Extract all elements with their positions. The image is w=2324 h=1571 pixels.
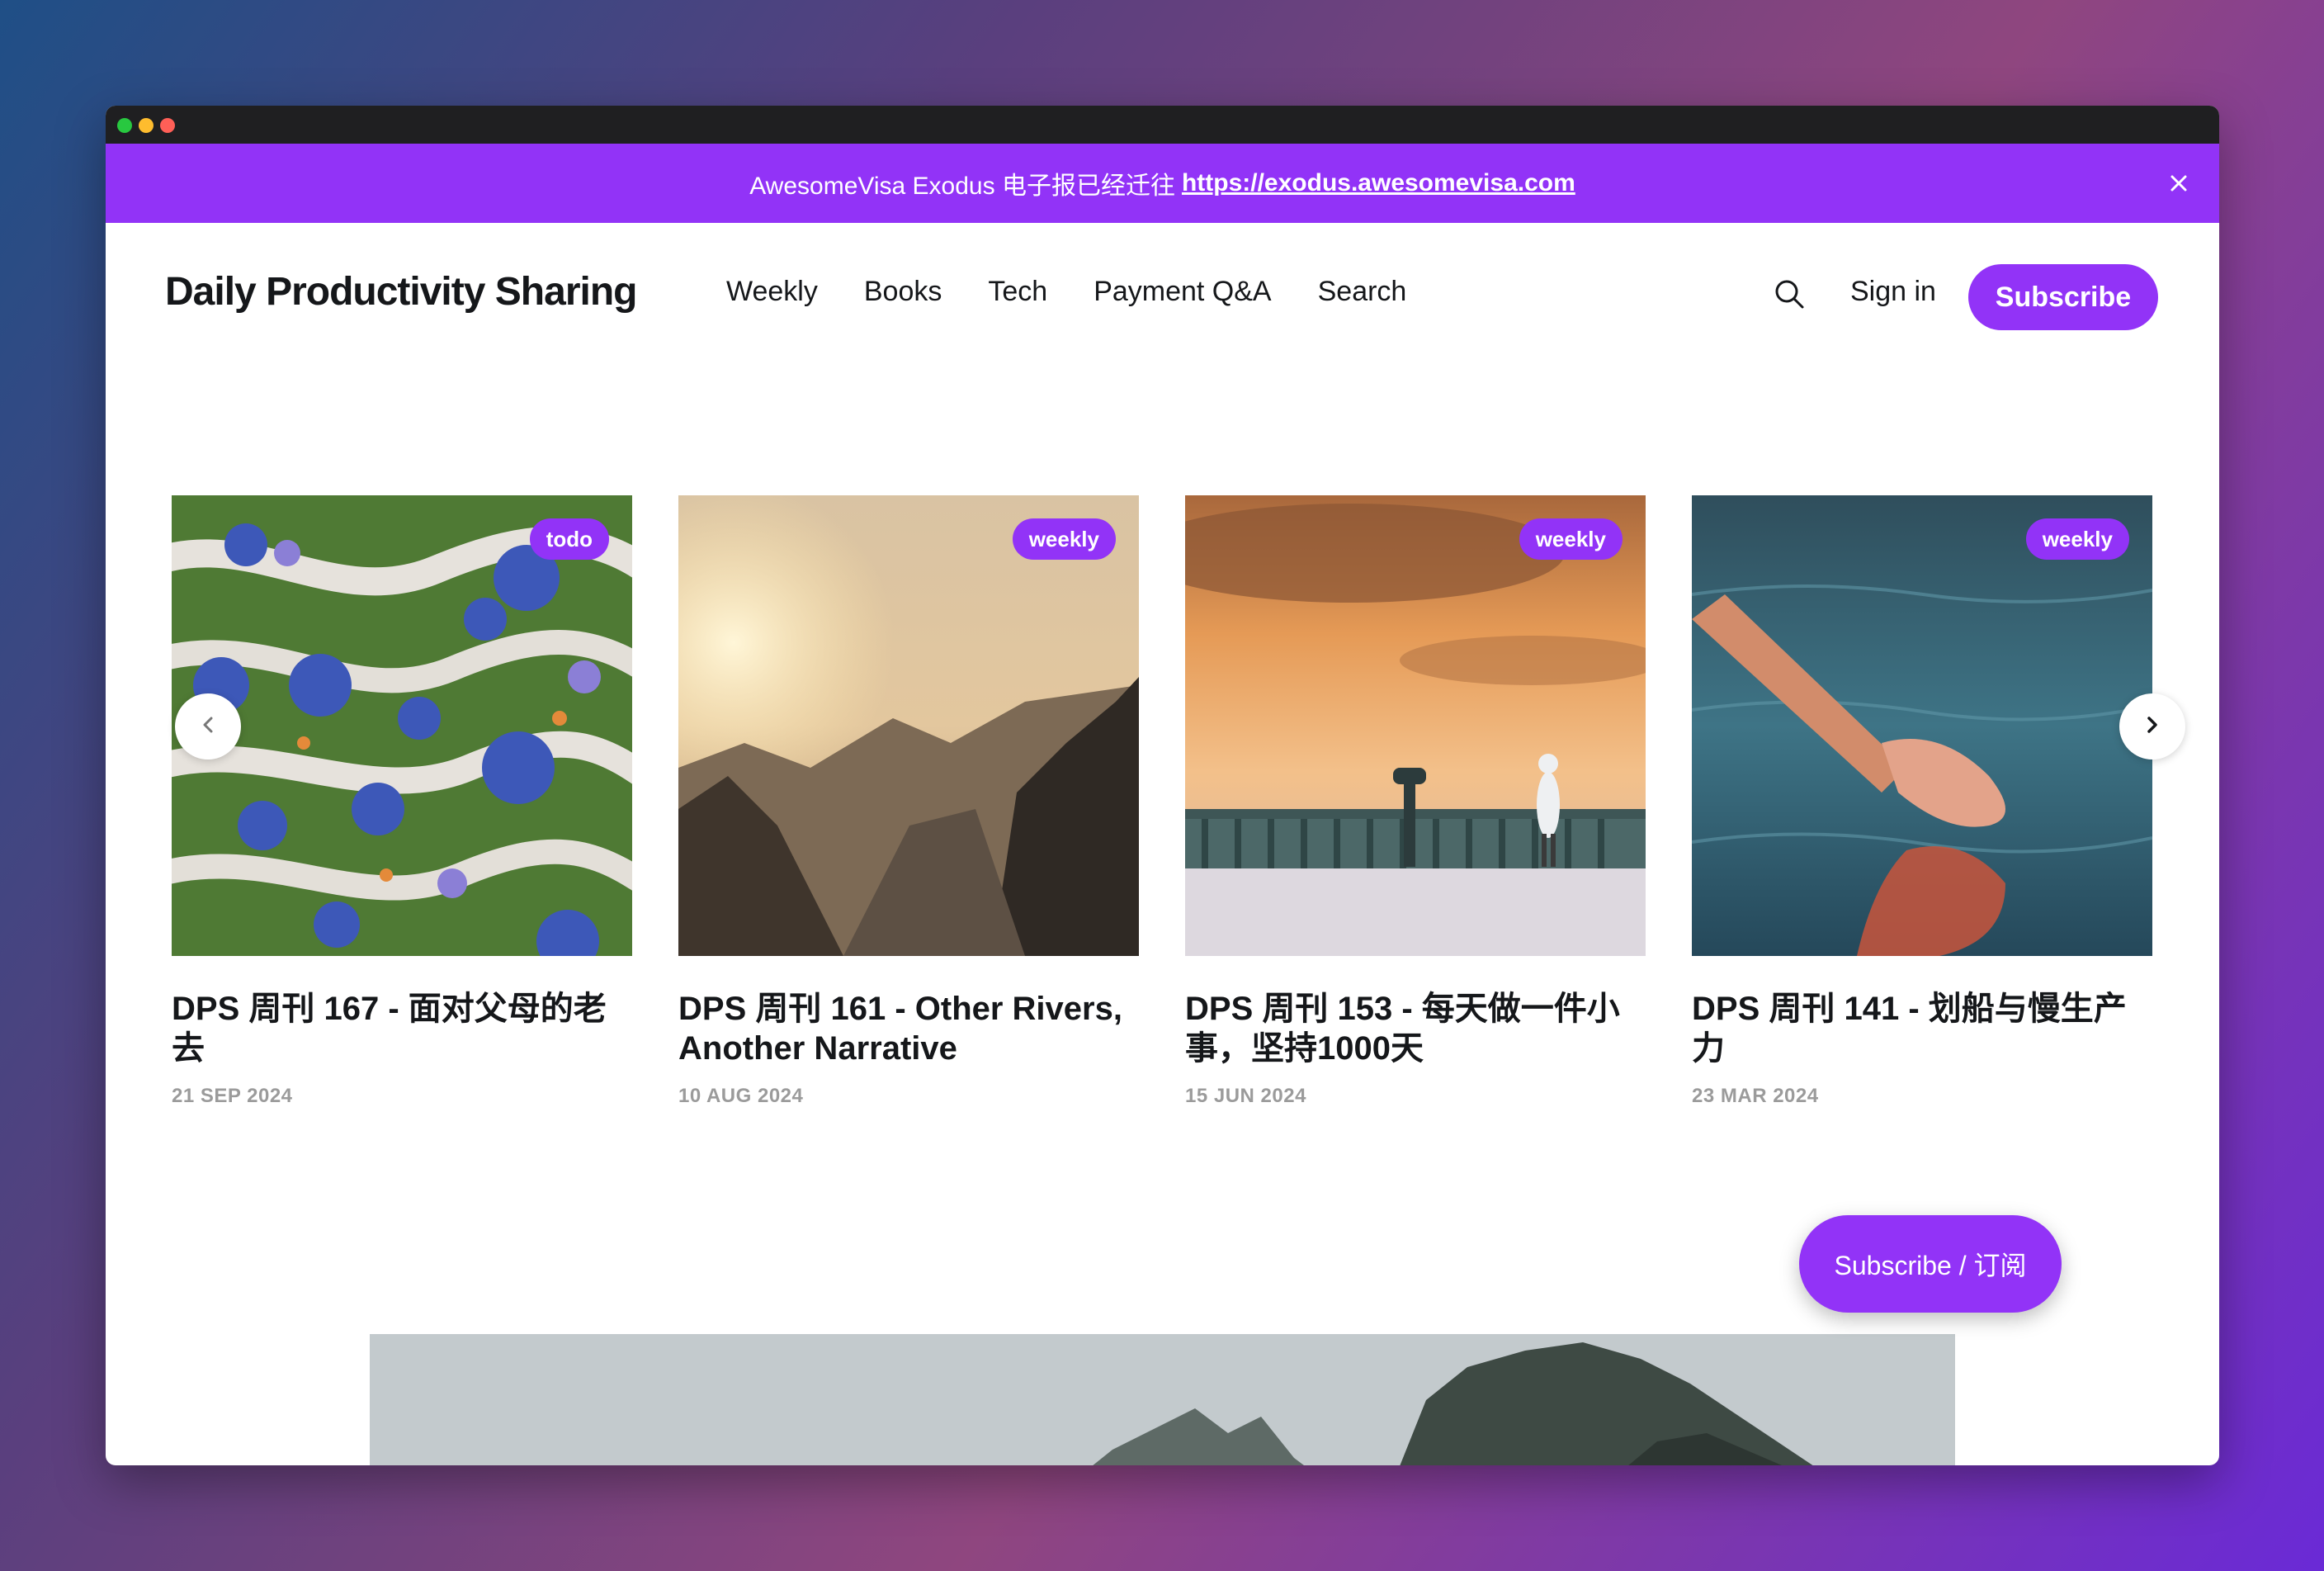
search-icon[interactable] <box>1773 277 1806 310</box>
post-date: 10 AUG 2024 <box>678 1085 804 1107</box>
post-title[interactable]: DPS 周刊 141 - 划船与慢生产力 <box>1692 989 2152 1068</box>
window-yellow-dot[interactable] <box>139 118 154 133</box>
chevron-left-icon <box>196 713 220 741</box>
post-date: 15 JUN 2024 <box>1185 1085 1306 1107</box>
featured-image[interactable] <box>370 1334 1955 1465</box>
nav-item-books[interactable]: Books <box>864 276 942 308</box>
main-nav: Weekly Books Tech Payment Q&A Search <box>726 276 1406 308</box>
subscribe-button[interactable]: Subscribe <box>1968 264 2158 330</box>
post-tag[interactable]: todo <box>529 518 609 560</box>
site-header: Daily Productivity Sharing Weekly Books … <box>106 223 2219 388</box>
post-card[interactable]: weekly DPS 周刊 153 - 每天做一件小事，坚持1000天 15 J… <box>1185 495 1646 1108</box>
floating-subscribe-button[interactable]: Subscribe / 订阅 <box>1799 1215 2062 1313</box>
post-tag[interactable]: weekly <box>2025 518 2129 560</box>
nav-item-tech[interactable]: Tech <box>988 276 1047 308</box>
chevron-right-icon <box>2141 713 2164 741</box>
post-card[interactable]: weekly DPS 周刊 161 - Other Rivers, Anothe… <box>678 495 1139 1108</box>
post-tag[interactable]: weekly <box>1012 518 1116 560</box>
close-icon[interactable] <box>2166 171 2191 196</box>
post-title[interactable]: DPS 周刊 167 - 面对父母的老去 <box>172 989 632 1068</box>
post-tag[interactable]: weekly <box>1519 518 1623 560</box>
site-title[interactable]: Daily Productivity Sharing <box>165 269 637 315</box>
carousel-prev-button[interactable] <box>175 693 241 759</box>
post-card[interactable]: todo DPS 周刊 167 - 面对父母的老去 21 SEP 2024 <box>172 495 632 1108</box>
nav-item-weekly[interactable]: Weekly <box>726 276 818 308</box>
post-title[interactable]: DPS 周刊 161 - Other Rivers, Another Narra… <box>678 989 1139 1068</box>
window-green-dot[interactable] <box>117 118 132 133</box>
post-carousel: todo DPS 周刊 167 - 面对父母的老去 21 SEP 2024 we… <box>172 495 2185 1156</box>
post-thumbnail[interactable]: weekly <box>1185 495 1646 956</box>
post-date: 23 MAR 2024 <box>1692 1085 1819 1107</box>
announcement-link[interactable]: https://exodus.awesomevisa.com <box>1182 169 1575 197</box>
post-date: 21 SEP 2024 <box>172 1085 293 1107</box>
post-card[interactable]: weekly DPS 周刊 141 - 划船与慢生产力 23 MAR 2024 <box>1692 495 2152 1108</box>
carousel-next-button[interactable] <box>2119 693 2185 759</box>
nav-item-search[interactable]: Search <box>1318 276 1407 308</box>
window-titlebar <box>106 106 2219 144</box>
announcement-text: AwesomeVisa Exodus 电子报已经迁往 <box>749 173 1175 200</box>
post-thumbnail[interactable]: weekly <box>1692 495 2152 956</box>
post-thumbnail[interactable]: weekly <box>678 495 1139 956</box>
nav-item-payment-qa[interactable]: Payment Q&A <box>1094 276 1271 308</box>
signin-link[interactable]: Sign in <box>1850 276 1936 308</box>
post-title[interactable]: DPS 周刊 153 - 每天做一件小事，坚持1000天 <box>1185 989 1646 1068</box>
announcement-bar: AwesomeVisa Exodus 电子报已经迁往 https://exodu… <box>106 144 2219 223</box>
window-red-dot[interactable] <box>160 118 175 133</box>
